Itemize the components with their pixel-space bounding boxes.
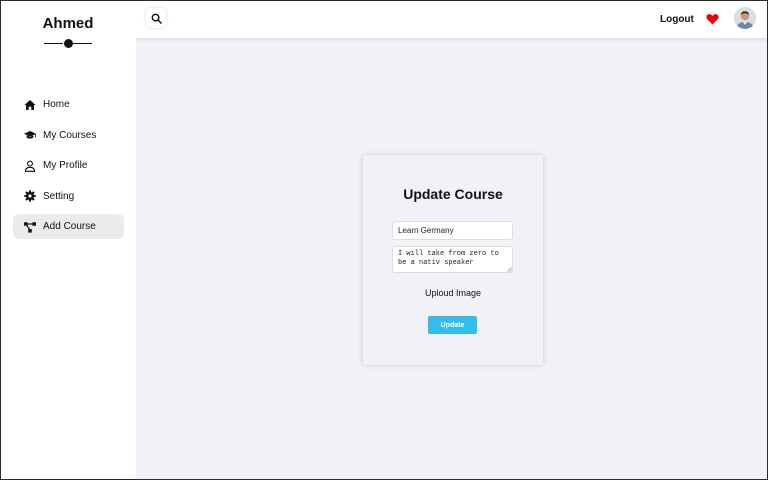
search-button[interactable] <box>146 8 166 28</box>
sidebar-item-label: My Courses <box>43 129 97 141</box>
brand-divider <box>44 38 92 48</box>
sidebar-item-label: Setting <box>43 190 75 202</box>
course-name-input[interactable] <box>392 221 513 240</box>
course-description-textarea[interactable]: I will take from zero to be a nativ spea… <box>392 246 513 273</box>
logout-link[interactable]: Logout <box>660 14 694 25</box>
sidebar-item-home[interactable]: Home <box>13 92 124 117</box>
avatar[interactable] <box>734 7 756 29</box>
resize-grip-icon[interactable] <box>507 267 512 272</box>
sidebar-item-add-course[interactable]: Add Course <box>13 214 124 239</box>
update-button[interactable]: Update <box>428 316 477 334</box>
topbar: Logout <box>136 0 768 38</box>
sidebar-item-my-profile[interactable]: My Profile <box>13 153 124 178</box>
gear-icon <box>24 190 36 202</box>
sidebar-nav: Home My Courses My Profile Setting Add C… <box>13 92 124 245</box>
search-icon <box>151 13 162 24</box>
network-icon <box>24 221 36 233</box>
sidebar-item-label: Add Course <box>43 221 96 232</box>
home-icon <box>24 99 36 111</box>
card-title: Update Course <box>403 186 503 202</box>
sidebar: Ahmed Home My Courses My Profile Setting… <box>0 0 136 480</box>
sidebar-item-my-courses[interactable]: My Courses <box>13 123 124 148</box>
sidebar-item-label: Home <box>43 99 70 110</box>
user-icon <box>24 160 36 172</box>
sidebar-item-setting[interactable]: Setting <box>13 184 124 209</box>
brand-name: Ahmed <box>42 15 94 32</box>
update-course-card: Update Course I will take from zero to b… <box>363 155 543 365</box>
upload-image-link[interactable]: Uploud Image <box>363 288 543 298</box>
graduation-cap-icon <box>24 129 36 141</box>
sidebar-item-label: My Profile <box>43 160 88 171</box>
heart-icon[interactable] <box>706 13 719 25</box>
